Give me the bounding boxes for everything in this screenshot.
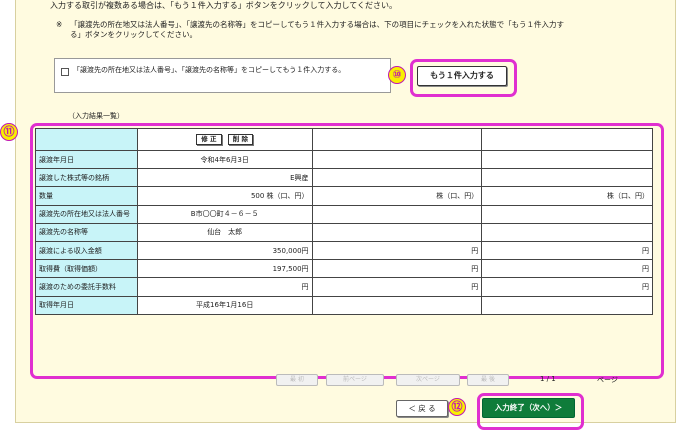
results-list-label: （入力結果一覧） [68, 112, 124, 120]
page-label: ページ [597, 376, 618, 384]
note-text: 「譲渡先の所在地又は法人番号」、「譲渡先の名称等」をコピーしてもう１件入力する場… [70, 20, 564, 39]
add-another-button[interactable]: もう１件入力する [417, 66, 507, 86]
callout-10-badge: ⑩ [388, 66, 406, 84]
instruction-text: 入力する取引が複数ある場合は、「もう１件入力する」ボタンをクリックして入力してく… [50, 1, 398, 10]
back-button[interactable]: ＜ 戻 る [396, 400, 448, 417]
callout-11-highlight [30, 123, 664, 379]
copy-option-checkbox[interactable] [61, 68, 69, 76]
note-mark: ※ [56, 20, 63, 29]
finish-input-button[interactable]: 入力終了（次へ）＞ [482, 398, 575, 418]
page-number: 1 / 1 [540, 375, 556, 383]
last-page-button[interactable]: 最 後 [467, 374, 509, 386]
next-page-button[interactable]: 次ページ [396, 374, 460, 386]
first-page-button[interactable]: 最 初 [276, 374, 318, 386]
callout-12-badge: ⑫ [448, 398, 466, 416]
prev-page-button[interactable]: 前ページ [326, 374, 384, 386]
copy-option-box: 「譲渡先の所在地又は法人番号」、「譲渡先の名称等」をコピーしてもう１件入力する。 [54, 58, 391, 93]
callout-11-badge: ⑪ [0, 123, 18, 141]
copy-option-label: 「譲渡先の所在地又は法人番号」、「譲渡先の名称等」をコピーしてもう１件入力する。 [73, 66, 346, 74]
